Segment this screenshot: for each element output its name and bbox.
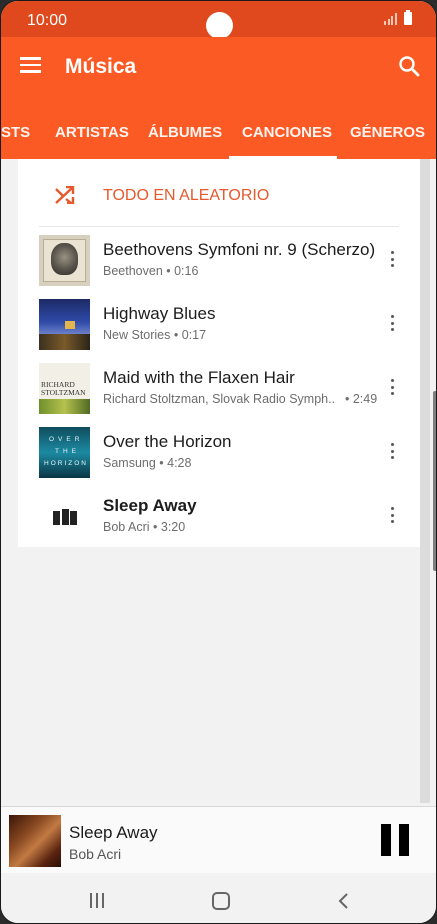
home-icon[interactable]	[212, 892, 230, 910]
mini-player[interactable]: Sleep Away Bob Acri	[1, 806, 436, 873]
battery-icon	[404, 10, 412, 25]
song-subtitle: Bob Acri • 3:20	[103, 520, 186, 534]
album-art-text: STOLTZMAN	[41, 388, 86, 397]
tab-playlists[interactable]: STS	[1, 124, 30, 141]
song-list: TODO EN ALEATORIO Beethovens Symfoni nr.…	[18, 159, 420, 547]
shuffle-icon	[55, 186, 75, 204]
phone-screen: 10:00 Música STS ARTISTAS ÁLBUMES CANCIO…	[0, 0, 437, 924]
song-row-now-playing[interactable]: Sleep Away Bob Acri • 3:20	[18, 483, 420, 547]
status-time: 10:00	[27, 12, 68, 29]
album-art-text: OVER	[49, 436, 84, 443]
more-options-icon[interactable]	[388, 315, 398, 333]
song-subtitle: Beethoven • 0:16	[103, 264, 199, 278]
album-art-horizon: OVER THE HORIZON	[39, 427, 90, 478]
system-nav-bar	[1, 873, 436, 923]
scrollbar-track	[420, 159, 430, 803]
song-row[interactable]: Beethovens Symfoni nr. 9 (Scherzo) Beeth…	[18, 227, 420, 291]
song-duration: • 2:49	[345, 392, 378, 406]
song-subtitle: New Stories • 0:17	[103, 328, 207, 342]
app-title: Música	[65, 55, 137, 78]
song-title: Highway Blues	[103, 304, 216, 323]
recent-apps-icon[interactable]	[90, 893, 106, 908]
tab-albumes[interactable]: ÁLBUMES	[148, 124, 222, 141]
tab-artistas[interactable]: ARTISTAS	[55, 124, 129, 141]
category-tabs: STS ARTISTAS ÁLBUMES CANCIONES GÉNEROS	[1, 97, 436, 159]
album-art-text: THE	[55, 448, 80, 455]
camera-cutout	[206, 12, 233, 39]
more-options-icon[interactable]	[388, 507, 398, 525]
mini-player-album-art	[9, 815, 61, 867]
hamburger-menu-icon[interactable]	[20, 57, 41, 73]
more-options-icon[interactable]	[388, 443, 398, 461]
app-bar: Música	[1, 37, 436, 97]
song-row[interactable]: OVER THE HORIZON Over the Horizon Samsun…	[18, 419, 420, 483]
song-title: Maid with the Flaxen Hair	[103, 368, 295, 387]
album-art-maid: RICHARD STOLTZMAN	[39, 363, 90, 414]
song-title: Sleep Away	[103, 496, 197, 515]
mini-player-title: Sleep Away	[69, 823, 158, 842]
more-options-icon[interactable]	[388, 379, 398, 397]
album-art-text: HORIZON	[44, 460, 88, 467]
song-subtitle: Samsung • 4:28	[103, 456, 192, 470]
pause-button[interactable]	[381, 824, 409, 856]
more-options-icon[interactable]	[388, 251, 398, 269]
song-title: Over the Horizon	[103, 432, 232, 451]
scrollbar-thumb[interactable]	[433, 391, 436, 571]
song-row[interactable]: Highway Blues New Stories • 0:17	[18, 291, 420, 355]
equalizer-icon	[53, 509, 77, 525]
song-row[interactable]: RICHARD STOLTZMAN Maid with the Flaxen H…	[18, 355, 420, 419]
tab-canciones[interactable]: CANCIONES	[242, 124, 332, 141]
back-icon[interactable]	[337, 892, 349, 910]
song-subtitle: Richard Stoltzman, Slovak Radio Symph..	[103, 392, 336, 406]
shuffle-all-row[interactable]: TODO EN ALEATORIO	[18, 159, 420, 226]
song-title: Beethovens Symfoni nr. 9 (Scherzo)	[103, 240, 376, 259]
album-art-beethoven	[39, 235, 90, 286]
shuffle-label: TODO EN ALEATORIO	[103, 187, 270, 204]
album-art-highway	[39, 299, 90, 350]
tab-generos[interactable]: GÉNEROS	[350, 124, 425, 141]
mini-player-artist: Bob Acri	[69, 846, 122, 862]
signal-icon	[384, 13, 398, 25]
status-bar: 10:00	[1, 1, 436, 39]
status-icons	[384, 10, 412, 25]
search-icon[interactable]	[398, 55, 420, 77]
